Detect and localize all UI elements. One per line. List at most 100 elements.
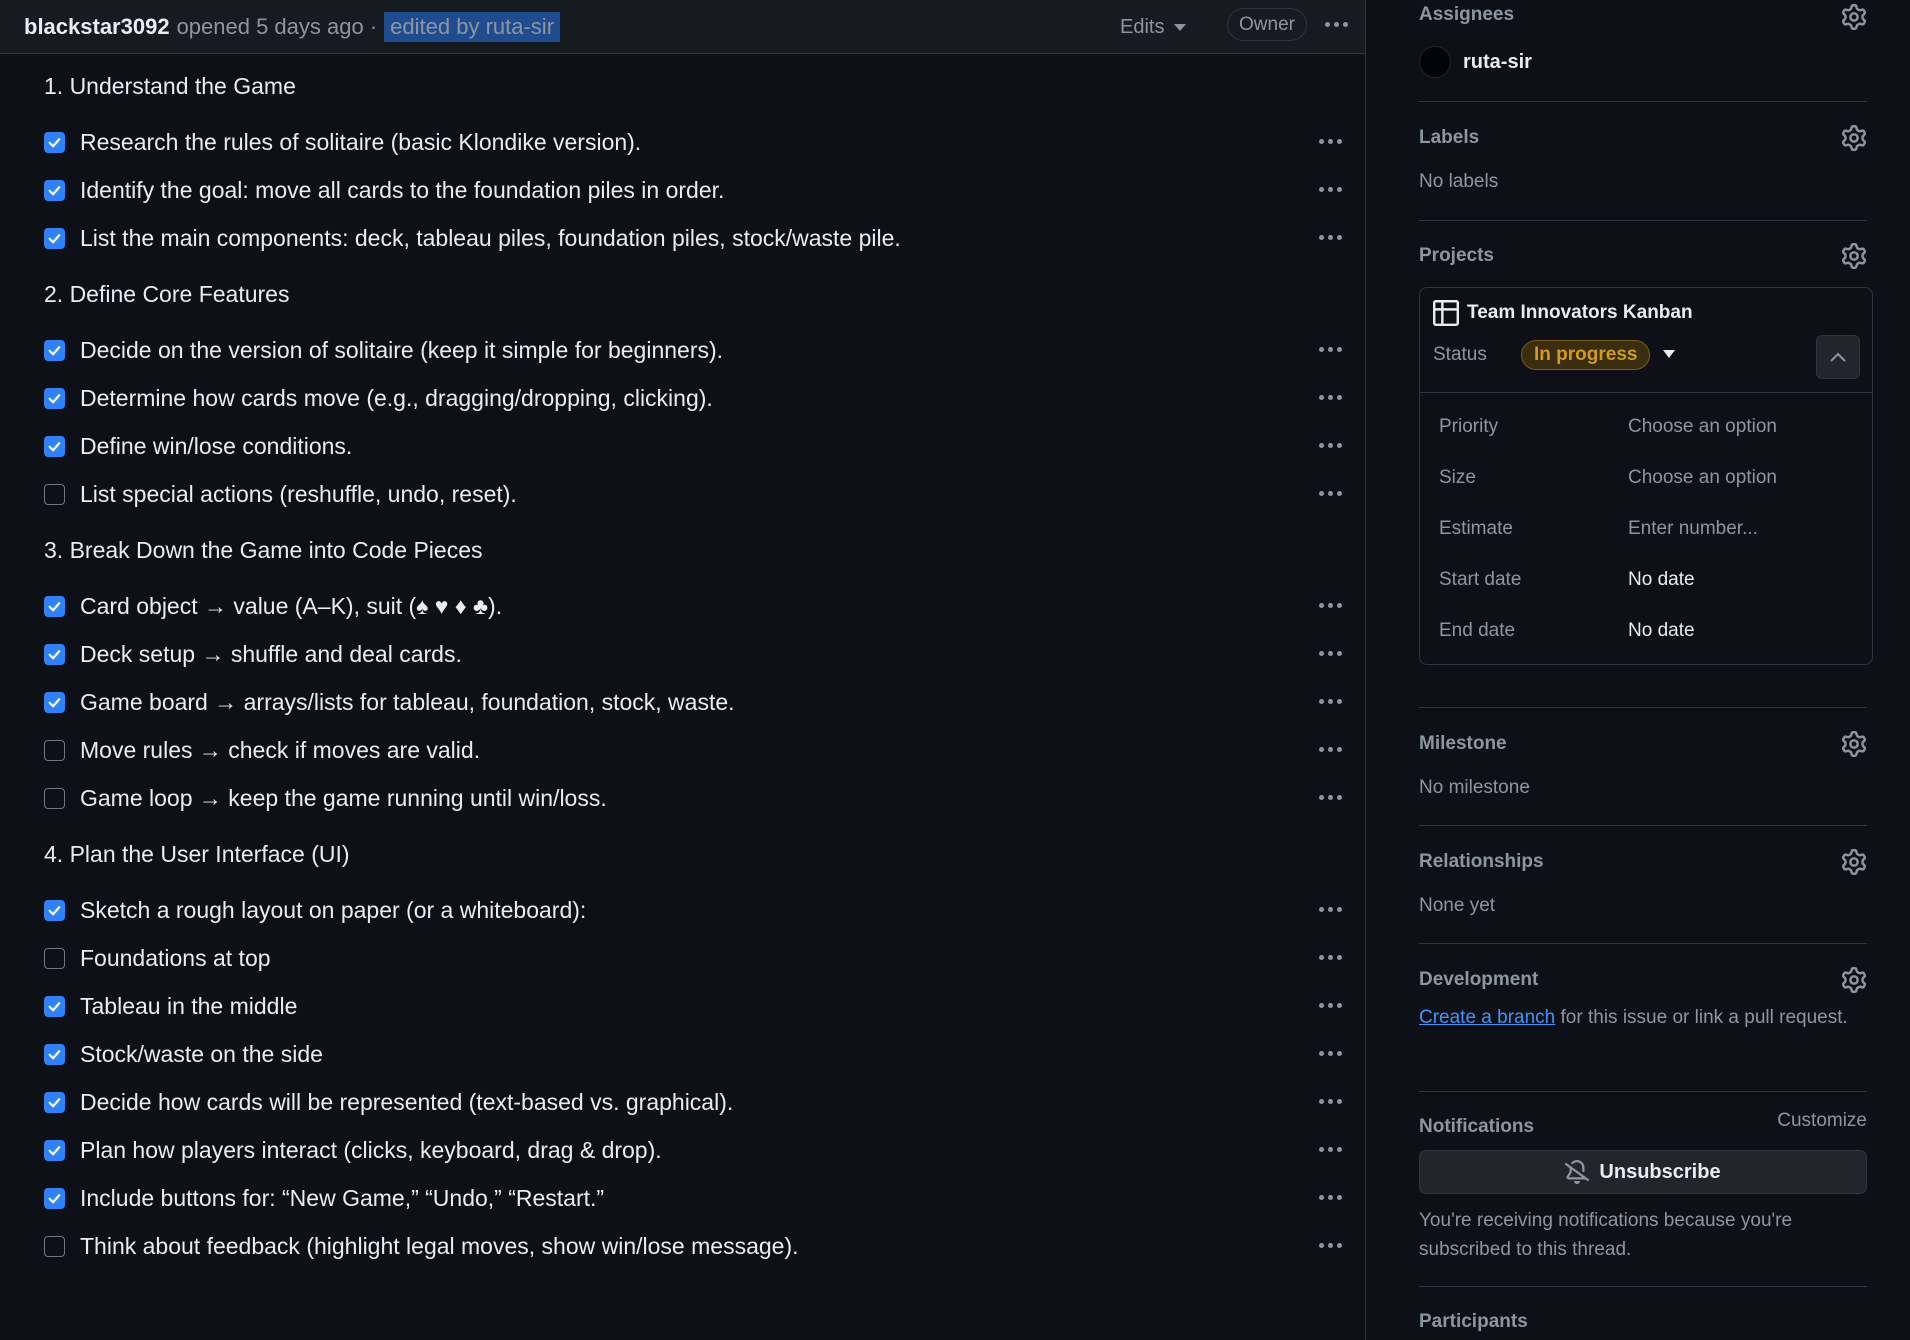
task-kebab-icon[interactable] <box>1319 907 1342 912</box>
gear-icon[interactable] <box>1841 243 1867 269</box>
task-kebab-icon[interactable] <box>1319 1003 1342 1008</box>
task-checkbox-unchecked[interactable] <box>44 947 65 969</box>
status-label: Status <box>1433 344 1487 365</box>
projects-title[interactable]: Projects <box>1419 245 1867 267</box>
gear-icon[interactable] <box>1841 849 1867 875</box>
task-kebab-icon[interactable] <box>1319 443 1342 448</box>
checkbox-check-icon <box>48 1145 61 1155</box>
task-item: Define win/lose conditions. <box>44 422 1365 470</box>
project-fields: Priority Choose an option Size Choose an op… <box>1420 393 1872 664</box>
gear-icon[interactable] <box>1841 967 1867 993</box>
task-kebab-icon[interactable] <box>1319 1099 1342 1104</box>
task-checkbox-checked[interactable] <box>44 1187 65 1209</box>
task-checkbox-checked[interactable] <box>44 227 65 249</box>
task-item: Deck setup → shuffle and deal cards. <box>44 630 1365 678</box>
relationships-section: Relationships None yet <box>1419 826 1867 944</box>
participants-title: Participants <box>1419 1311 1528 1332</box>
task-item: Foundations at top <box>44 934 1365 982</box>
customize-notifications-link[interactable]: Customize <box>1777 1110 1867 1132</box>
notifications-section: Notifications Customize Unsubscribe You'… <box>1419 1092 1867 1287</box>
task-kebab-icon[interactable] <box>1319 1243 1342 1248</box>
task-text: Identify the goal: move all cards to the… <box>80 176 725 203</box>
task-checkbox-unchecked[interactable] <box>44 1235 65 1257</box>
task-kebab-icon[interactable] <box>1319 491 1342 496</box>
task-checkbox-checked[interactable] <box>44 899 65 921</box>
comment-menu-kebab-icon[interactable] <box>1325 22 1348 27</box>
task-checkbox-checked[interactable] <box>44 1139 65 1161</box>
task-checkbox-checked[interactable] <box>44 691 65 713</box>
task-kebab-icon[interactable] <box>1319 795 1342 800</box>
edits-dropdown[interactable]: Edits <box>1120 12 1187 42</box>
checkbox-check-icon <box>48 697 61 707</box>
task-kebab-icon[interactable] <box>1319 699 1342 704</box>
gear-icon[interactable] <box>1841 731 1867 757</box>
project-field-row: End date No date <box>1420 605 1872 656</box>
task-kebab-icon[interactable] <box>1319 1147 1342 1152</box>
task-kebab-icon[interactable] <box>1319 187 1342 192</box>
assignee-item[interactable]: ruta-sir <box>1419 46 1867 78</box>
project-field-value[interactable]: Choose an option <box>1628 467 1777 489</box>
relationships-title[interactable]: Relationships <box>1419 851 1867 873</box>
task-kebab-icon[interactable] <box>1319 651 1342 656</box>
task-kebab-icon[interactable] <box>1319 1051 1342 1056</box>
create-branch-link[interactable]: Create a branch <box>1419 1007 1555 1028</box>
project-field-value[interactable]: No date <box>1628 620 1695 642</box>
checkbox-check-icon <box>48 441 61 451</box>
project-field-value[interactable]: Enter number... <box>1628 518 1758 540</box>
task-kebab-icon[interactable] <box>1319 395 1342 400</box>
task-checkbox-checked[interactable] <box>44 131 65 153</box>
task-checkbox-checked[interactable] <box>44 435 65 457</box>
task-checkbox-unchecked[interactable] <box>44 787 65 809</box>
task-text: Decide how cards will be represented (te… <box>80 1088 734 1115</box>
task-item: Plan how players interact (clicks, keybo… <box>44 1126 1365 1174</box>
unsubscribe-button[interactable]: Unsubscribe <box>1419 1150 1867 1194</box>
assignee-name[interactable]: ruta-sir <box>1463 51 1532 74</box>
status-badge[interactable]: In progress <box>1521 340 1651 370</box>
project-field-value[interactable]: No date <box>1628 569 1695 591</box>
relationships-value: None yet <box>1419 895 1496 916</box>
triangle-down-icon[interactable] <box>1662 346 1676 364</box>
task-checkbox-checked[interactable] <box>44 387 65 409</box>
author-link[interactable]: blackstar3092 <box>24 14 170 40</box>
owner-badge: Owner <box>1227 8 1307 41</box>
checkbox-check-icon <box>48 1001 61 1011</box>
task-item: Tableau in the middle <box>44 982 1365 1030</box>
development-title[interactable]: Development <box>1419 969 1867 991</box>
development-section: Development Create a branch for this iss… <box>1419 944 1867 1092</box>
task-item: Decide how cards will be represented (te… <box>44 1078 1365 1126</box>
task-checkbox-checked[interactable] <box>44 1091 65 1113</box>
collapse-project-button[interactable] <box>1816 335 1860 379</box>
labels-title[interactable]: Labels <box>1419 127 1867 149</box>
task-item: Identify the goal: move all cards to the… <box>44 166 1365 214</box>
task-checkbox-checked[interactable] <box>44 179 65 201</box>
task-checkbox-checked[interactable] <box>44 339 65 361</box>
project-status-row: Status In progress <box>1433 340 1859 370</box>
task-kebab-icon[interactable] <box>1319 347 1342 352</box>
task-kebab-icon[interactable] <box>1319 139 1342 144</box>
task-checkbox-unchecked[interactable] <box>44 739 65 761</box>
section-heading: 4. Plan the User Interface (UI) <box>44 841 350 867</box>
project-name[interactable]: Team Innovators Kanban <box>1467 302 1693 324</box>
project-name-row[interactable]: Team Innovators Kanban <box>1433 300 1859 326</box>
gear-icon[interactable] <box>1841 4 1867 30</box>
gear-icon[interactable] <box>1841 125 1867 151</box>
milestone-title[interactable]: Milestone <box>1419 733 1867 755</box>
task-kebab-icon[interactable] <box>1319 955 1342 960</box>
assignees-title[interactable]: Assignees <box>1419 4 1867 26</box>
task-kebab-icon[interactable] <box>1319 1195 1342 1200</box>
task-checkbox-checked[interactable] <box>44 643 65 665</box>
task-checkbox-unchecked[interactable] <box>44 483 65 505</box>
task-checkbox-checked[interactable] <box>44 995 65 1017</box>
task-kebab-icon[interactable] <box>1319 603 1342 608</box>
task-checkbox-checked[interactable] <box>44 595 65 617</box>
task-kebab-icon[interactable] <box>1319 235 1342 240</box>
task-text: Game board → arrays/lists for tableau, f… <box>80 688 735 715</box>
task-checkbox-checked[interactable] <box>44 1043 65 1065</box>
task-item: Think about feedback (highlight legal mo… <box>44 1222 1365 1270</box>
assignees-section: Assignees ruta-sir <box>1419 0 1867 102</box>
task-kebab-icon[interactable] <box>1319 747 1342 752</box>
checkbox-check-icon <box>48 1097 61 1107</box>
project-field-value[interactable]: Choose an option <box>1628 416 1777 438</box>
checkbox-check-icon <box>48 345 61 355</box>
project-field-row: Priority Choose an option <box>1420 401 1872 452</box>
